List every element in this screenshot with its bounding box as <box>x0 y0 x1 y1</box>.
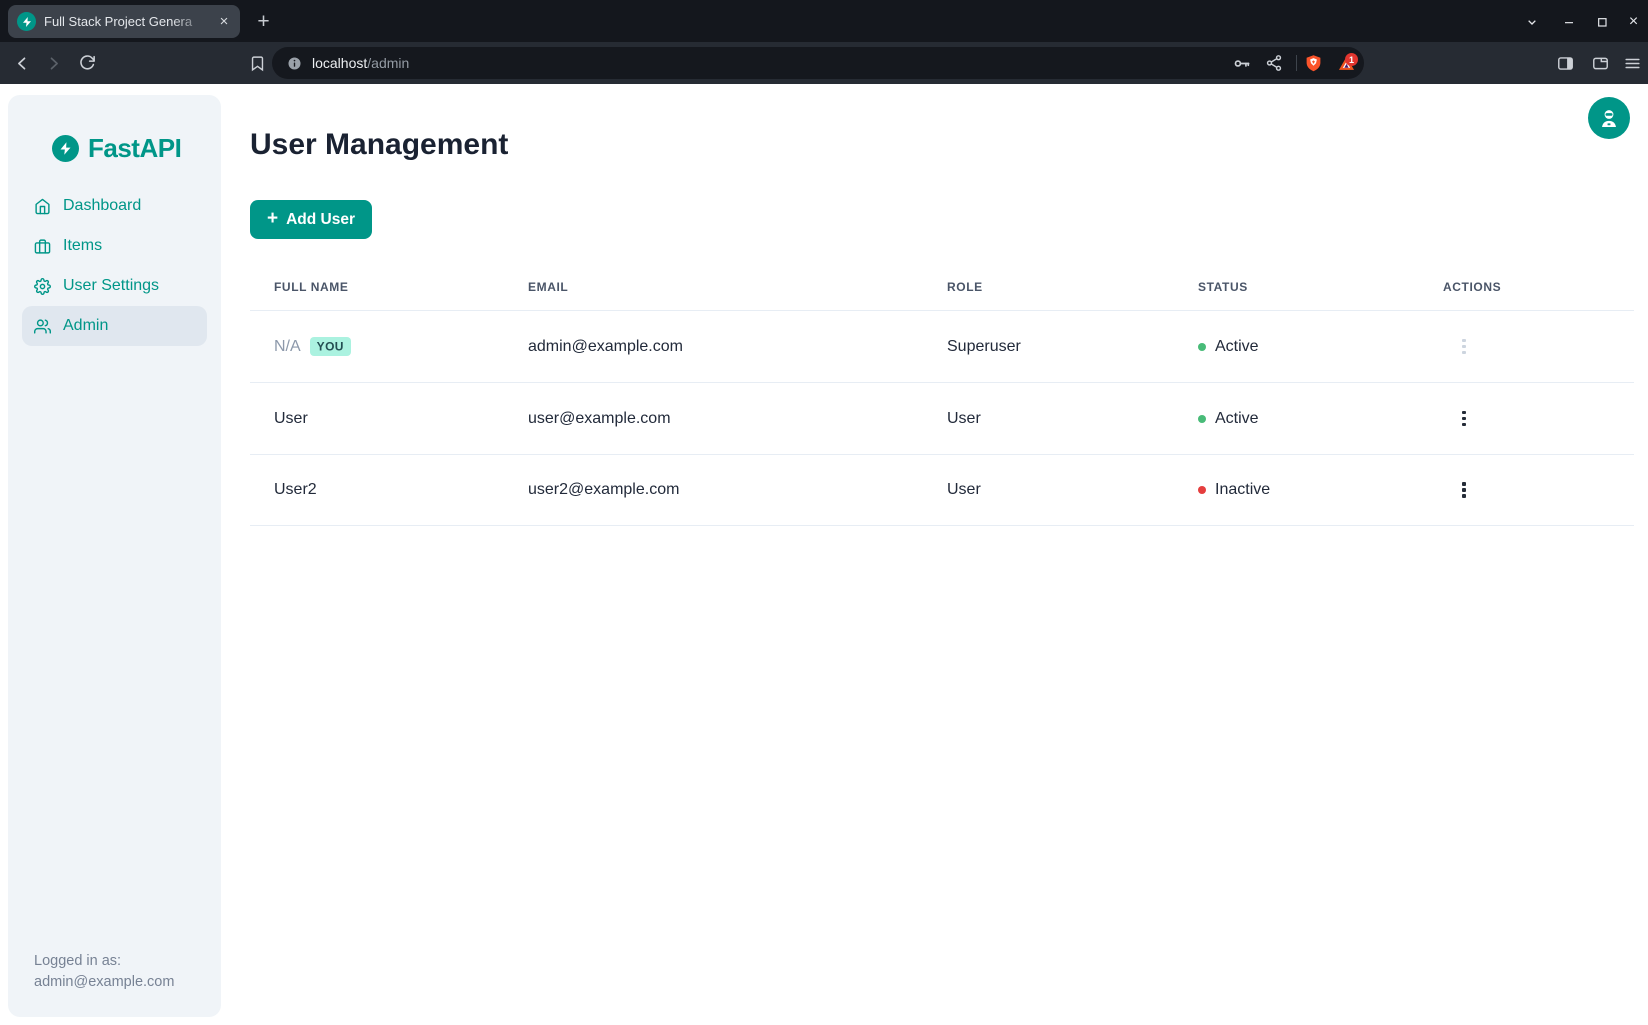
col-actions: ACTIONS <box>1443 280 1634 294</box>
sidebar: FastAPI Dashboard Items User Settings <box>8 95 221 1017</box>
url-path: /admin <box>367 55 409 71</box>
toolbar-divider <box>1296 55 1297 71</box>
menu-hamburger-icon[interactable] <box>1618 49 1646 77</box>
reload-icon[interactable] <box>73 49 101 77</box>
add-user-label: Add User <box>286 211 355 229</box>
add-user-button[interactable]: + Add User <box>250 200 372 239</box>
sidebar-item-items[interactable]: Items <box>8 226 221 266</box>
col-email: EMAIL <box>528 280 947 294</box>
url-text: localhost/admin <box>312 55 409 71</box>
browser-tab-bar: Full Stack Project Genera × + × <box>0 0 1648 42</box>
status-dot <box>1198 343 1206 351</box>
plus-icon: + <box>267 208 278 230</box>
cell-email: user@example.com <box>528 410 947 428</box>
site-info-icon[interactable] <box>286 55 303 72</box>
status-dot <box>1198 415 1206 423</box>
status-label: Active <box>1215 338 1259 356</box>
fastapi-logo-icon <box>52 135 79 162</box>
cell-status: Active <box>1198 338 1443 356</box>
you-badge: YOU <box>310 337 351 356</box>
row-actions-menu-icon[interactable] <box>1443 338 1483 356</box>
tab-search-chevron-icon[interactable] <box>1521 11 1542 32</box>
cell-status: Inactive <box>1198 481 1443 499</box>
sidebar-item-label: Admin <box>63 317 108 335</box>
status-label: Active <box>1215 410 1259 428</box>
col-role: ROLE <box>947 280 1198 294</box>
briefcase-icon <box>34 238 51 255</box>
sidebar-nav: Dashboard Items User Settings Admin <box>8 186 221 346</box>
sidebar-item-label: Dashboard <box>63 197 141 215</box>
address-bar[interactable]: localhost/admin 1 <box>272 47 1364 79</box>
back-icon[interactable] <box>8 49 36 77</box>
logged-in-email: admin@example.com <box>34 972 174 993</box>
forward-icon[interactable] <box>39 49 67 77</box>
brave-rewards-icon[interactable]: 1 <box>1337 54 1356 73</box>
status-dot <box>1198 486 1206 494</box>
sidebar-item-label: User Settings <box>63 277 159 295</box>
key-icon[interactable] <box>1232 54 1251 73</box>
url-host: localhost <box>312 55 367 71</box>
status-label: Inactive <box>1215 481 1270 499</box>
user-avatar-button[interactable] <box>1588 97 1630 139</box>
fastapi-logo-text: FastAPI <box>88 133 181 164</box>
home-icon <box>34 198 51 215</box>
col-status: STATUS <box>1198 280 1443 294</box>
page-title: User Management <box>250 128 508 162</box>
cell-role: User <box>947 410 1198 428</box>
users-icon <box>34 318 51 335</box>
cell-role: Superuser <box>947 338 1198 356</box>
share-icon[interactable] <box>1265 54 1284 73</box>
brave-shield-icon[interactable] <box>1304 54 1323 73</box>
fastapi-logo: FastAPI <box>52 133 221 164</box>
table-row: User user@example.com User Active <box>250 382 1634 454</box>
browser-tab[interactable]: Full Stack Project Genera × <box>8 5 240 38</box>
cell-full-name: User2 <box>274 481 528 499</box>
row-actions-menu-icon[interactable] <box>1443 481 1483 499</box>
browser-toolbar: localhost/admin 1 <box>0 42 1648 84</box>
tab-title: Full Stack Project Genera <box>44 14 214 29</box>
tab-close-icon[interactable]: × <box>214 12 234 32</box>
cell-role: User <box>947 481 1198 499</box>
full-name-value: N/A <box>274 338 301 355</box>
app-content: FastAPI Dashboard Items User Settings <box>0 84 1648 1025</box>
logged-in-footer: Logged in as: admin@example.com <box>34 951 174 993</box>
window-minimize-button[interactable] <box>1558 11 1579 32</box>
sidebar-toggle-icon[interactable] <box>1551 49 1579 77</box>
cell-status: Active <box>1198 410 1443 428</box>
users-table: FULL NAME EMAIL ROLE STATUS ACTIONS N/A Y… <box>250 264 1634 526</box>
fastapi-favicon-icon <box>17 12 36 31</box>
sidebar-item-dashboard[interactable]: Dashboard <box>8 186 221 226</box>
table-row: N/A YOU admin@example.com Superuser Activ… <box>250 310 1634 382</box>
cell-full-name: User <box>274 410 528 428</box>
cell-full-name: N/A YOU <box>274 338 528 356</box>
sidebar-item-label: Items <box>63 237 102 255</box>
gear-icon <box>34 278 51 295</box>
window-close-button[interactable]: × <box>1623 11 1644 32</box>
user-avatar-icon <box>1598 107 1620 129</box>
new-tab-button[interactable]: + <box>250 8 277 35</box>
logged-in-label: Logged in as: <box>34 951 174 972</box>
rewards-notification-badge: 1 <box>1345 53 1358 66</box>
row-actions-menu-icon[interactable] <box>1443 410 1483 428</box>
window-maximize-button[interactable] <box>1591 11 1612 32</box>
table-header-row: FULL NAME EMAIL ROLE STATUS ACTIONS <box>250 264 1634 310</box>
cell-email: admin@example.com <box>528 338 947 356</box>
cell-email: user2@example.com <box>528 481 947 499</box>
sidebar-item-user-settings[interactable]: User Settings <box>8 266 221 306</box>
sidebar-item-admin[interactable]: Admin <box>22 306 207 346</box>
col-full-name: FULL NAME <box>274 280 528 294</box>
table-row: User2 user2@example.com User Inactive <box>250 454 1634 526</box>
wallet-icon[interactable] <box>1586 49 1614 77</box>
bookmark-icon[interactable] <box>243 49 271 77</box>
